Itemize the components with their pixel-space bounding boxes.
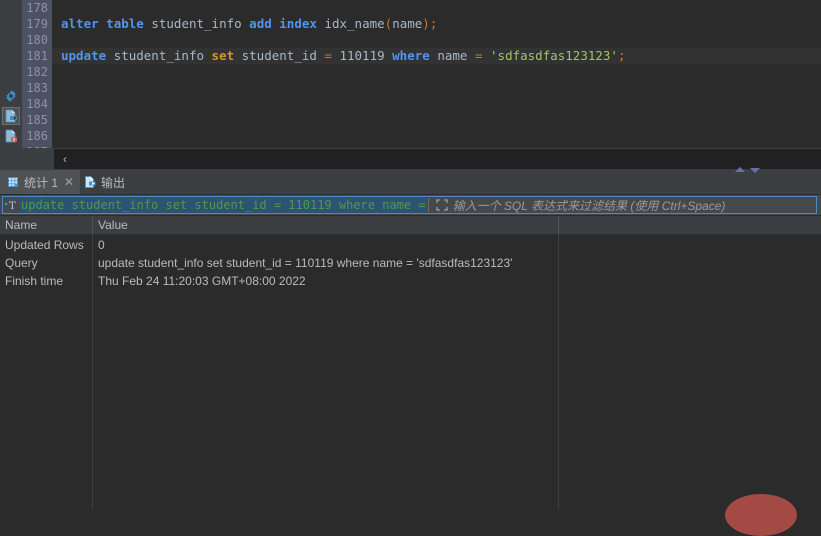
- splitter-collapse-arrows[interactable]: [731, 164, 765, 174]
- cell-name[interactable]: Updated Rows: [0, 236, 92, 254]
- result-table-header: Name Value: [0, 216, 821, 235]
- tab-output[interactable]: 输出: [77, 170, 131, 194]
- code-token: update: [61, 48, 107, 63]
- tab-statistics[interactable]: 统计 1 ✕: [0, 170, 81, 194]
- column-header-value[interactable]: Value: [93, 216, 558, 234]
- table-row[interactable]: Finish time Thu Feb 24 11:20:03 GMT+08:0…: [0, 272, 821, 290]
- expand-editor-icon[interactable]: [435, 198, 449, 212]
- svg-text:T: T: [9, 201, 16, 212]
- editor-horizontal-scrollbar-row[interactable]: ‹: [0, 148, 821, 170]
- line-number: 185: [26, 113, 48, 127]
- line-number: 179: [26, 17, 48, 31]
- code-token: ;: [617, 48, 626, 63]
- code-line[interactable]: alter table student_info add index idx_n…: [52, 16, 821, 32]
- result-filter-input-wrapper[interactable]: T update student_info set student_id = 1…: [2, 196, 817, 214]
- table-grid-icon: [6, 175, 20, 189]
- code-token: add: [249, 16, 272, 31]
- sql-editor-pane[interactable]: 178179180181182183184185186187 alter tab…: [0, 0, 821, 148]
- column-divider[interactable]: [558, 216, 559, 235]
- table-row[interactable]: Updated Rows 0: [0, 236, 821, 254]
- code-token: student_info: [106, 48, 212, 63]
- code-line[interactable]: update student_info set student_id = 110…: [52, 48, 821, 64]
- code-token: alter: [61, 16, 99, 31]
- cell-name[interactable]: Query: [0, 254, 92, 272]
- code-token: 110119: [339, 48, 385, 63]
- code-token: name: [392, 16, 423, 31]
- gear-icon[interactable]: [3, 88, 19, 104]
- code-token: table: [106, 16, 144, 31]
- code-token: idx_name: [316, 16, 385, 31]
- cell-name[interactable]: Finish time: [0, 272, 92, 290]
- cell-value[interactable]: update student_info set student_id = 110…: [93, 254, 558, 272]
- result-filter-bar[interactable]: T update student_info set student_id = 1…: [0, 194, 821, 216]
- line-number: 180: [26, 33, 48, 47]
- notification-bubble[interactable]: [725, 494, 797, 536]
- import-error-icon[interactable]: [3, 128, 19, 144]
- output-document-icon: [83, 175, 97, 189]
- editor-scroll-track[interactable]: [54, 149, 821, 169]
- editor-gutter[interactable]: 178179180181182183184185186187: [22, 0, 52, 148]
- line-number: 182: [26, 65, 48, 79]
- code-token: student_info: [143, 16, 250, 31]
- code-token: 'sdfasdfas123123': [490, 48, 618, 63]
- line-number: 178: [26, 1, 48, 15]
- code-token: =: [324, 48, 332, 63]
- result-filter-input[interactable]: update student_info set student_id = 110…: [19, 197, 426, 213]
- export-data-icon[interactable]: [2, 107, 20, 125]
- code-token: ): [422, 16, 430, 31]
- text-cursor-icon: T: [4, 198, 19, 212]
- line-number: 181: [26, 49, 48, 63]
- code-token: name: [429, 48, 475, 63]
- editor-code-content[interactable]: alter table student_info add index idx_n…: [52, 0, 821, 148]
- line-number: 183: [26, 81, 48, 95]
- cell-value[interactable]: 0: [93, 236, 558, 254]
- chevron-left-icon[interactable]: ‹: [56, 150, 74, 168]
- tab-output-label: 输出: [101, 175, 126, 190]
- results-panel: 统计 1 ✕ 输出 T update student_info set stud…: [0, 170, 821, 510]
- column-header-name[interactable]: Name: [0, 216, 92, 234]
- code-token: set: [211, 48, 235, 63]
- results-tabbar: 统计 1 ✕ 输出: [0, 170, 821, 194]
- cell-value[interactable]: Thu Feb 24 11:20:03 GMT+08:00 2022: [93, 272, 558, 290]
- result-table[interactable]: Name Value Updated Rows 0 Query update s…: [0, 216, 821, 510]
- tab-statistics-label: 统计 1: [24, 175, 59, 190]
- result-filter-placeholder: 输入一个 SQL 表达式来过滤结果 (使用 Ctrl+Space): [452, 198, 726, 213]
- code-token: where: [392, 48, 430, 63]
- editor-left-icon-strip: [0, 0, 22, 148]
- code-token: ;: [429, 16, 438, 31]
- close-icon[interactable]: ✕: [64, 175, 74, 189]
- line-number: 186: [26, 129, 48, 143]
- line-number: 184: [26, 97, 48, 111]
- table-row[interactable]: Query update student_info set student_id…: [0, 254, 821, 272]
- code-token: student_id: [234, 48, 325, 63]
- filter-divider: [427, 198, 429, 212]
- code-token: index: [279, 16, 317, 31]
